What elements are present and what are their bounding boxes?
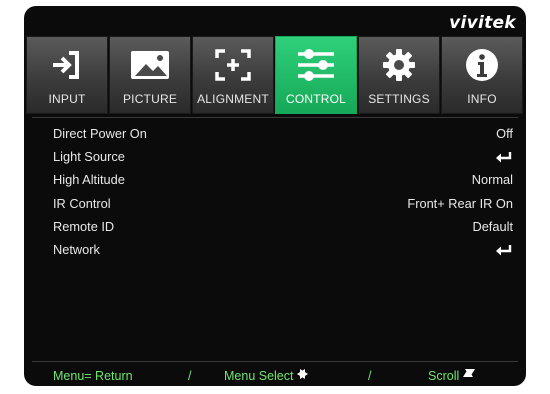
tab-input[interactable]: INPUT [26, 36, 108, 114]
footer-select-group: Menu Select [224, 369, 309, 383]
tab-alignment-label: ALIGNMENT [197, 92, 269, 106]
divider-bottom [32, 361, 518, 362]
footer-return-hint: Menu= Return [53, 369, 133, 383]
alignment-icon [193, 43, 273, 87]
enter-icon [495, 145, 513, 168]
tab-control[interactable]: CONTROL [275, 36, 357, 114]
divider-top [32, 117, 518, 118]
tab-picture[interactable]: PICTURE [109, 36, 191, 114]
gear-icon [359, 43, 439, 87]
footer-hint-bar: Menu= Return / Menu Select / Scroll [24, 369, 526, 386]
menu-item-label: Network [53, 241, 100, 257]
footer-scroll-hint: Scroll [428, 369, 460, 383]
tab-input-label: INPUT [48, 92, 86, 106]
enter-icon [495, 238, 513, 261]
menu-item-label: Direct Power On [53, 126, 147, 141]
tab-settings-label: SETTINGS [368, 92, 430, 106]
menu-item-high-altitude[interactable]: High Altitude Normal [24, 168, 526, 191]
menu-item-ir-control[interactable]: IR Control Front+ Rear IR On [24, 192, 526, 215]
tab-picture-label: PICTURE [122, 92, 178, 106]
tab-info[interactable]: INFO [441, 36, 523, 114]
menu-item-value: Front+ Rear IR On [407, 195, 513, 211]
menu-item-value: Normal [471, 172, 513, 188]
menu-item-network[interactable]: Network [24, 238, 526, 261]
menu-item-label: Light Source [53, 149, 125, 165]
picture-icon [110, 43, 190, 87]
tab-control-label: CONTROL [285, 92, 347, 106]
menu-item-light-source[interactable]: Light Source [24, 145, 526, 168]
menu-item-direct-power-on[interactable]: Direct Power On Off [24, 122, 526, 145]
control-sliders-icon [276, 43, 356, 87]
footer-select-hint: Menu Select [224, 369, 294, 383]
footer-separator: / [188, 369, 192, 383]
tab-settings[interactable]: SETTINGS [358, 36, 440, 114]
tab-bar: INPUT PICTURE ALIGNMENT CONTROL SETTINGS [24, 36, 526, 114]
tab-alignment[interactable]: ALIGNMENT [192, 36, 274, 114]
input-icon [27, 43, 107, 87]
menu-item-label: IR Control [53, 195, 111, 211]
osd-menu-window: vivitek INPUT PICTURE ALIGNMENT CONTROL [24, 6, 526, 386]
info-icon [442, 43, 522, 87]
brand-logo: vivitek [449, 13, 516, 33]
menu-item-remote-id[interactable]: Remote ID Default [24, 215, 526, 238]
menu-item-value: Off [496, 126, 513, 141]
menu-item-value: Default [472, 218, 513, 234]
footer-scroll-group: Scroll [428, 369, 476, 383]
menu-item-label: Remote ID [53, 218, 115, 234]
menu-item-label: High Altitude [53, 172, 125, 188]
control-menu-list: Direct Power On Off Light Source High Al… [24, 122, 526, 261]
tab-info-label: INFO [467, 92, 497, 106]
footer-separator: / [368, 369, 372, 383]
